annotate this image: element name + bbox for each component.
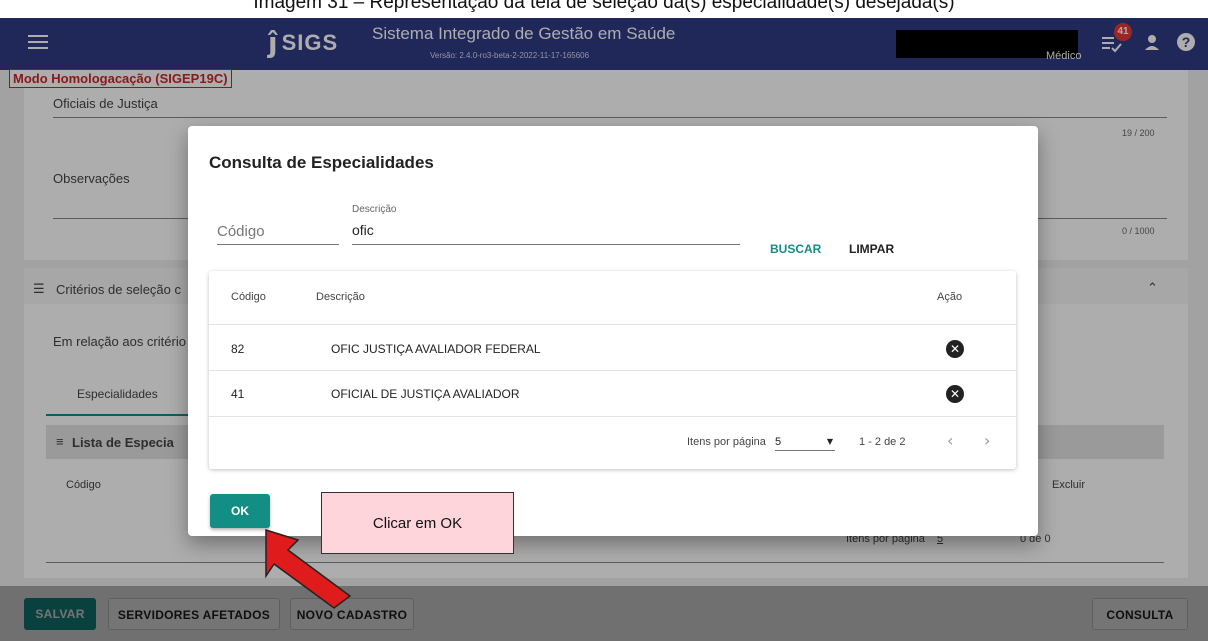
pointer-arrow-icon: [265, 528, 352, 609]
row-code: 82: [231, 342, 245, 356]
next-page-icon[interactable]: ›: [984, 431, 990, 450]
results-table: Código Descrição Ação 82 OFIC JUSTIÇA AV…: [209, 271, 1016, 469]
code-field-line: [217, 244, 339, 245]
pager-label: Itens por página: [687, 436, 766, 448]
row-description: OFIC JUSTIÇA AVALIADOR FEDERAL: [331, 342, 541, 356]
description-value[interactable]: ofic: [352, 222, 374, 238]
previous-page-icon[interactable]: ‹: [947, 431, 953, 450]
screen: Imagem 31 – Representação da tela de sel…: [0, 0, 1208, 641]
pager-range: 1 - 2 de 2: [859, 436, 906, 448]
row-code: 41: [231, 387, 245, 401]
page-size-value: 5: [775, 436, 782, 448]
dialog-title: Consulta de Especialidades: [209, 153, 434, 172]
remove-icon[interactable]: ✕: [946, 385, 964, 403]
code-placeholder: Código: [217, 223, 265, 240]
page-size-select[interactable]: 5 ▼: [775, 436, 835, 451]
header-code: Código: [231, 291, 266, 303]
dropdown-arrow-icon: ▼: [826, 437, 833, 446]
remove-icon[interactable]: ✕: [946, 340, 964, 358]
header-description: Descrição: [316, 291, 365, 303]
row-divider: [209, 370, 1016, 371]
specialty-search-dialog: Consulta de Especialidades Código Descri…: [188, 126, 1038, 536]
row-description: OFICIAL DE JUSTIÇA AVALIADOR: [331, 387, 520, 401]
search-button[interactable]: BUSCAR: [770, 242, 821, 256]
description-label: Descrição: [352, 204, 397, 215]
description-field-line: [352, 244, 740, 245]
clear-button[interactable]: LIMPAR: [849, 242, 894, 256]
row-divider: [209, 324, 1016, 325]
header-action: Ação: [937, 291, 963, 303]
row-divider: [209, 416, 1016, 417]
